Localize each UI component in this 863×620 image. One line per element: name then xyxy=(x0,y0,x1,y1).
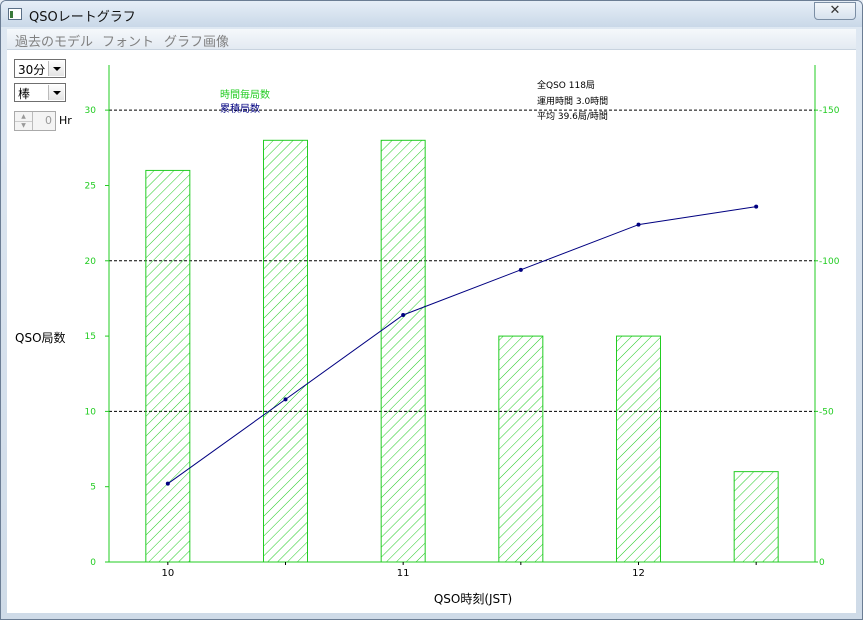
x-axis-label: QSO時刻(JST) xyxy=(434,592,512,606)
menu-graph-image[interactable]: グラフ画像 xyxy=(164,31,229,50)
y-tick-label: 0 xyxy=(90,558,96,568)
app-icon[interactable] xyxy=(8,8,22,20)
bar xyxy=(145,169,191,563)
bar xyxy=(263,139,308,563)
bar xyxy=(498,335,544,563)
stat-total-qso: 全QSO 118局 xyxy=(537,79,595,91)
bar xyxy=(380,139,426,563)
cumulative-point xyxy=(165,481,170,486)
y-right-tick-label: -150 xyxy=(819,106,840,116)
x-tick-label: 12 xyxy=(632,568,645,579)
x-tick-label: 10 xyxy=(161,568,174,579)
y-right-tick-label: -100 xyxy=(819,257,840,267)
y-tick-label: 5 xyxy=(90,483,96,493)
cumulative-point xyxy=(401,313,406,318)
y-tick-label: 25 xyxy=(85,181,96,191)
menu-font[interactable]: フォント xyxy=(102,31,154,50)
bar xyxy=(733,471,779,563)
cumulative-point xyxy=(636,222,641,227)
y-tick-label: 10 xyxy=(85,407,97,417)
close-button[interactable]: ✕ xyxy=(814,2,856,20)
window-title: QSOレートグラフ xyxy=(29,10,136,25)
chart-area: 30分 棒 ▲ ▼ 0 Hr QSO局数 0 5 10 15 20 25 30 … xyxy=(7,50,856,613)
legend-hourly: 時間毎局数 xyxy=(220,88,270,101)
y-tick-label: 20 xyxy=(85,257,97,267)
title-bar[interactable]: QSOレートグラフ ✕ xyxy=(1,1,862,27)
legend-cumulative: 累積局数 xyxy=(220,102,260,115)
menu-past-model[interactable]: 過去のモデル xyxy=(15,31,93,50)
x-tick-label: 11 xyxy=(397,568,410,579)
qso-rate-window: QSOレートグラフ ✕ 過去のモデル フォント グラフ画像 30分 棒 ▲ ▼ … xyxy=(0,0,863,620)
close-icon: ✕ xyxy=(829,3,841,18)
stat-average-rate: 平均 39.6局/時間 xyxy=(537,110,608,122)
stat-operating-time: 運用時間 3.0時間 xyxy=(537,96,608,107)
cumulative-line xyxy=(167,206,757,485)
cumulative-point xyxy=(518,267,523,272)
y-tick-label: 15 xyxy=(85,332,96,342)
cumulative-point xyxy=(283,397,288,402)
y-right-tick-label: 0 xyxy=(819,558,825,568)
menu-bar: 過去のモデル フォント グラフ画像 xyxy=(7,29,856,50)
cumulative-point xyxy=(754,204,759,209)
qso-rate-chart: 0 5 10 15 20 25 30 0 -50 -100 -150 10 11 12 時間毎局数 累積局… xyxy=(85,65,840,606)
y-right-tick-label: -50 xyxy=(819,407,834,417)
bar xyxy=(616,335,661,563)
y-tick-label: 30 xyxy=(85,106,97,116)
